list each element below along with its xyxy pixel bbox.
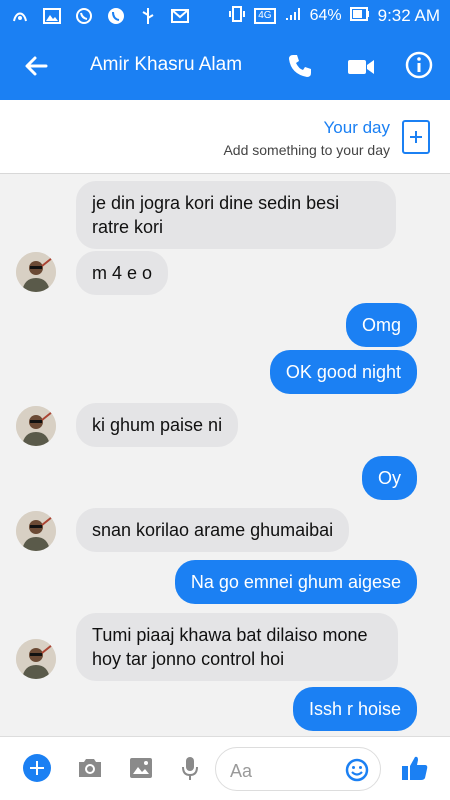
message-bubble-outgoing[interactable]: Omg [345, 303, 417, 347]
contact-name[interactable]: Amir Khasru Alam [90, 54, 242, 76]
contact-avatar[interactable] [16, 252, 56, 292]
contact-avatar[interactable] [16, 406, 56, 446]
vibrate-icon [228, 5, 246, 28]
signal-icon [284, 6, 302, 27]
your-day-title: Your day [323, 118, 390, 137]
phone-notification-icon [106, 7, 126, 25]
network-type-badge: 4G [254, 8, 276, 24]
message-bubble-incoming[interactable]: je din jogra kori dine sedin besi ratre … [76, 181, 396, 249]
message-composer: Aa [0, 736, 450, 800]
message-bubble-outgoing[interactable]: OK good night [269, 350, 417, 394]
message-bubble-outgoing[interactable]: Issh r hoise [292, 687, 417, 731]
status-bar: 4G 64% 9:32 AM [0, 0, 450, 32]
add-story-icon[interactable] [402, 120, 430, 154]
uc-browser-icon [10, 7, 30, 25]
battery-icon [349, 6, 370, 26]
message-bubble-incoming[interactable]: m 4 e o [76, 251, 169, 295]
message-bubble-outgoing[interactable]: Na go emnei ghum aigese [174, 560, 417, 604]
info-icon[interactable] [404, 50, 434, 80]
whatsapp-icon [74, 7, 94, 25]
phone-icon[interactable] [286, 52, 314, 80]
video-camera-icon[interactable] [346, 52, 376, 80]
image-notification-icon [42, 7, 62, 25]
contact-avatar[interactable] [16, 511, 56, 551]
message-bubble-incoming[interactable]: snan korilao arame ghumaibai [76, 508, 350, 552]
conversation-header: Amir Khasru Alam [0, 32, 450, 100]
status-notification-icons [10, 7, 190, 25]
image-icon[interactable] [127, 755, 155, 781]
usb-icon [138, 7, 158, 25]
message-bubble-incoming[interactable]: ki ghum paise ni [76, 403, 239, 447]
contact-avatar[interactable] [16, 639, 56, 679]
back-arrow-icon[interactable] [22, 52, 50, 80]
message-input-placeholder: Aa [230, 761, 253, 781]
emoji-icon[interactable] [345, 758, 369, 782]
battery-percent: 64% [309, 7, 342, 24]
camera-icon[interactable] [76, 755, 104, 781]
status-system-icons: 4G 64% 9:32 AM [228, 5, 440, 28]
plus-icon[interactable] [23, 754, 51, 782]
thumbs-up-icon[interactable] [400, 753, 430, 783]
message-bubble-outgoing[interactable]: Oy [361, 456, 417, 500]
your-day-subtitle: Add something to your day [223, 142, 390, 158]
message-bubble-incoming[interactable]: Tumi piaaj khawa bat dilaiso mone hoy ta… [76, 613, 398, 681]
gmail-icon [170, 7, 190, 25]
message-list: je din jogra kori dine sedin besi ratre … [0, 175, 450, 735]
microphone-icon[interactable] [176, 755, 204, 781]
your-day-banner[interactable]: Your day Add something to your day [0, 100, 450, 174]
clock: 9:32 AM [377, 6, 440, 25]
